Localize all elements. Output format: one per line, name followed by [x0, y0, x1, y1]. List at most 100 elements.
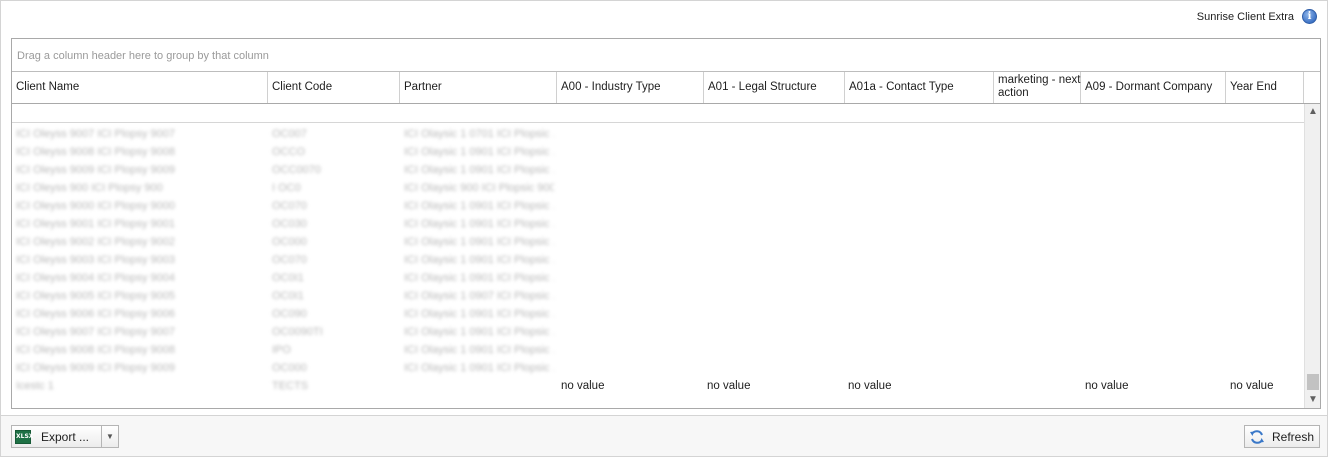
- cell-year-end: no value: [1230, 380, 1274, 392]
- column-header-legal-structure[interactable]: A01 - Legal Structure: [704, 72, 845, 103]
- refresh-icon: [1250, 430, 1264, 444]
- column-header-year-end[interactable]: Year End: [1226, 72, 1304, 103]
- client-grid: Drag a column header here to group by th…: [11, 38, 1321, 409]
- table-row[interactable]: ICI Oleyss 9007 ICI Plopsy 9007 OC007 IC…: [12, 125, 1304, 143]
- cell-client-name: ICI Oleyss 9007 ICI Plopsy 9007: [16, 326, 175, 338]
- cell-client-code: OC0090TI: [272, 326, 323, 338]
- cell-partner: ICI Olaysic 1 0901 ICI Plopsic ...: [404, 218, 554, 230]
- cell-client-code: IPO: [272, 344, 291, 356]
- cell-client-name: Icestc 1: [16, 380, 54, 392]
- info-icon[interactable]: i: [1302, 9, 1317, 24]
- table-row[interactable]: ICI Oleyss 9009 ICI Plopsy 9009 OCC0070 …: [12, 161, 1304, 179]
- column-header-client-name[interactable]: Client Name: [12, 72, 268, 103]
- table-row[interactable]: ICI Oleyss 9005 ICI Plopsy 9005 OC0I1 IC…: [12, 287, 1304, 305]
- cell-partner: ICI Olaysic 1 0901 ICI Plopsic ...: [404, 344, 554, 356]
- cell-client-name: ICI Oleyss 9004 ICI Plopsy 9004: [16, 272, 175, 284]
- column-header-label: A01a - Contact Type: [849, 81, 954, 93]
- cell-client-name: ICI Oleyss 9001 ICI Plopsy 9001: [16, 218, 175, 230]
- cell-client-code: OC007: [272, 128, 307, 140]
- scroll-up-icon[interactable]: ▲: [1305, 104, 1321, 120]
- column-header-label: Year End: [1230, 81, 1277, 93]
- cell-partner: ICI Olaysic 1 0901 ICI Plopsic ...: [404, 146, 554, 158]
- footer-bar: XLSX Export ... ▼ Refresh: [1, 415, 1327, 456]
- column-header-partner[interactable]: Partner: [400, 72, 557, 103]
- table-row[interactable]: ICI Oleyss 9008 ICI Plopsy 9008 IPO ICI …: [12, 341, 1304, 359]
- cell-client-code: OC030: [272, 218, 307, 230]
- cell-client-code: TECTS: [272, 380, 309, 392]
- cell-legal-structure: no value: [707, 380, 751, 392]
- cell-partner: ICI Olaysic 900 ICI Plopsic 900: [404, 182, 554, 194]
- table-row[interactable]: Icestc 1 TECTS no value no value no valu…: [12, 377, 1304, 395]
- column-header-row: Client Name Client Code Partner A00 - In…: [12, 72, 1320, 104]
- cell-client-name: ICI Oleyss 9005 ICI Plopsy 9005: [16, 290, 175, 302]
- cell-client-code: OCCO: [272, 146, 305, 158]
- cell-partner: ICI Olaysic 1 0907 ICI Plopsic ...: [404, 290, 554, 302]
- cell-dormant-company: no value: [1085, 380, 1129, 392]
- column-header-contact-type[interactable]: A01a - Contact Type: [845, 72, 994, 103]
- table-row[interactable]: ICI Oleyss 9009 ICI Plopsy 9009 OC000 IC…: [12, 359, 1304, 377]
- column-header-marketing-next-action[interactable]: marketing - next action: [994, 72, 1081, 103]
- cell-client-code: OC070: [272, 200, 307, 212]
- cell-partner: ICI Olaysic 1 0901 ICI Plopsic ...: [404, 362, 554, 374]
- table-row[interactable]: ICI Oleyss 9003 ICI Plopsy 9003 OC070 IC…: [12, 251, 1304, 269]
- cell-client-name: ICI Oleyss 9009 ICI Plopsy 9009: [16, 164, 175, 176]
- cell-industry-type: no value: [561, 380, 605, 392]
- app-title: Sunrise Client Extra: [1196, 11, 1294, 23]
- table-row[interactable]: ICI Oleyss 9006 ICI Plopsy 9006 OC090 IC…: [12, 305, 1304, 323]
- column-header-label: A00 - Industry Type: [561, 81, 661, 93]
- cell-partner: ICI Olaysic 1 0901 ICI Plopsic ...: [404, 254, 554, 266]
- cell-partner: ICI Olaysic 1 0901 ICI Plopsic ...: [404, 308, 554, 320]
- column-header-industry-type[interactable]: A00 - Industry Type: [557, 72, 704, 103]
- refresh-button[interactable]: Refresh: [1244, 425, 1320, 448]
- table-row[interactable]: ICI Oleyss 9002 ICI Plopsy 9002 OC000 IC…: [12, 233, 1304, 251]
- column-header-label: A01 - Legal Structure: [708, 81, 817, 93]
- export-button[interactable]: XLSX Export ...: [11, 425, 102, 448]
- cell-client-name: ICI Oleyss 9002 ICI Plopsy 9002: [16, 236, 175, 248]
- table-row[interactable]: ICI Oleyss 9007 ICI Plopsy 9007 OC0090TI…: [12, 323, 1304, 341]
- cell-client-code: OC000: [272, 236, 307, 248]
- cell-client-code: I OC0: [272, 182, 301, 194]
- column-header-client-code[interactable]: Client Code: [268, 72, 400, 103]
- cell-client-name: ICI Oleyss 9007 ICI Plopsy 9007: [16, 128, 175, 140]
- export-label: Export ...: [41, 430, 90, 444]
- column-header-label: marketing - next action: [998, 74, 1081, 99]
- table-row[interactable]: ICI Oleyss 9008 ICI Plopsy 9008 OCCO ICI…: [12, 143, 1304, 161]
- table-row[interactable]: ICI Oleyss 900 ICI Plopsy 900 I OC0 ICI …: [12, 179, 1304, 197]
- table-row[interactable]: ICI Oleyss 9001 ICI Plopsy 9001 OC030 IC…: [12, 215, 1304, 233]
- cell-client-code: OC070: [272, 254, 307, 266]
- column-header-label: Client Code: [272, 81, 333, 93]
- cell-client-code: OC0I1: [272, 290, 304, 302]
- column-header-label: Client Name: [16, 81, 80, 93]
- cell-client-name: ICI Oleyss 900 ICI Plopsy 900: [16, 182, 163, 194]
- cell-client-code: OCC0070: [272, 164, 321, 176]
- table-row[interactable]: ICI Oleyss 9000 ICI Plopsy 9000 OC070 IC…: [12, 197, 1304, 215]
- cell-client-name: ICI Oleyss 9006 ICI Plopsy 9006: [16, 308, 175, 320]
- excel-icon: XLSX: [15, 430, 33, 444]
- chevron-down-icon[interactable]: ▼: [102, 425, 119, 448]
- column-header-label: Partner: [404, 81, 442, 93]
- cell-contact-type: no value: [848, 380, 892, 392]
- cell-partner: ICI Olaysic 1 0901 ICI Plopsic ...: [404, 272, 554, 284]
- column-header-dormant-company[interactable]: A09 - Dormant Company: [1081, 72, 1226, 103]
- cell-client-name: ICI Oleyss 9009 ICI Plopsy 9009: [16, 362, 175, 374]
- top-bar: Sunrise Client Extra i: [1, 7, 1327, 27]
- group-by-panel[interactable]: Drag a column header here to group by th…: [12, 39, 1320, 72]
- app-panel: Sunrise Client Extra i Drag a column hea…: [0, 0, 1328, 457]
- scrollbar-thumb[interactable]: [1307, 374, 1319, 390]
- cell-client-name: ICI Oleyss 9000 ICI Plopsy 9000: [16, 200, 175, 212]
- cell-client-code: OC0I1: [272, 272, 304, 284]
- cell-partner: ICI Olaysic 1 0901 ICI Plopsic ...: [404, 326, 554, 338]
- cell-client-code: OC090: [272, 308, 307, 320]
- cell-partner: ICI Olaysic 1 0901 ICI Plopsic ...: [404, 236, 554, 248]
- scroll-down-icon[interactable]: ▼: [1305, 392, 1321, 408]
- vertical-scrollbar[interactable]: ▲ ▼: [1304, 104, 1320, 408]
- cell-partner: ICI Olaysic 1 0701 ICI Plopsic ...: [404, 128, 554, 140]
- cell-client-code: OC000: [272, 362, 307, 374]
- column-header-label: A09 - Dormant Company: [1085, 81, 1213, 93]
- table-row[interactable]: ICI Oleyss 9004 ICI Plopsy 9004 OC0I1 IC…: [12, 269, 1304, 287]
- cell-client-name: ICI Oleyss 9008 ICI Plopsy 9008: [16, 146, 175, 158]
- refresh-label: Refresh: [1272, 430, 1315, 444]
- cell-client-name: ICI Oleyss 9008 ICI Plopsy 9008: [16, 344, 175, 356]
- auto-filter-row[interactable]: [12, 104, 1304, 123]
- grid-rows: ICI Oleyss 9007 ICI Plopsy 9007 OC007 IC…: [12, 123, 1304, 408]
